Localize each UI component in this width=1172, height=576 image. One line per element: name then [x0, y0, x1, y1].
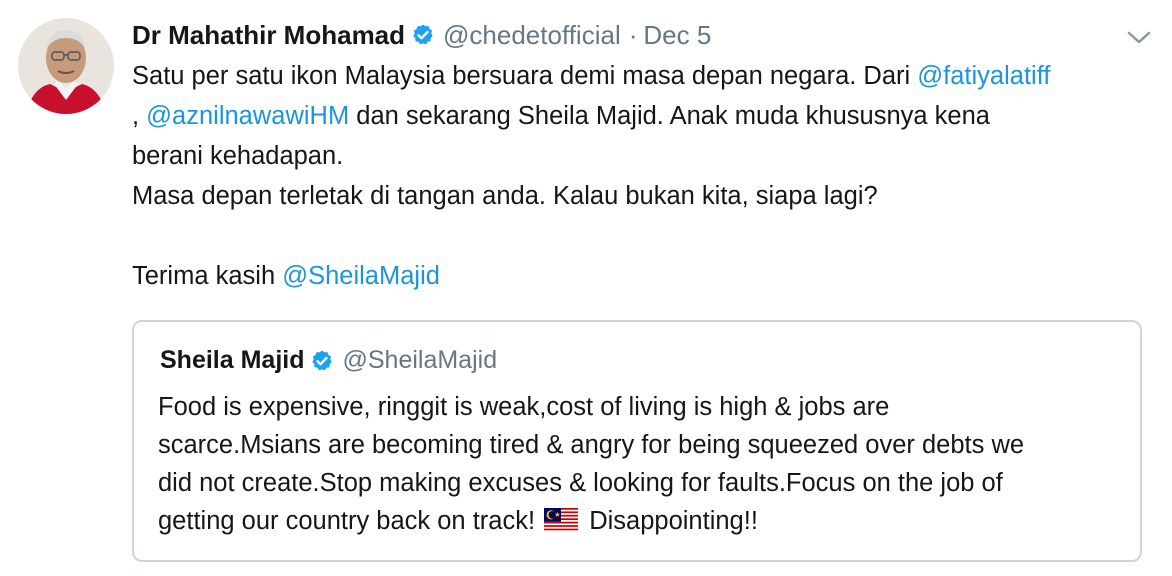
quoted-author-handle: @SheilaMajid — [342, 346, 498, 374]
mention-link[interactable]: @fatiyalatiff — [917, 62, 1050, 90]
quoted-text: getting our country back on track! — [158, 507, 543, 535]
tweet-body: Satu per satu ikon Malaysia bersuara dem… — [132, 56, 1152, 296]
tweet-line: Masa depan terletak di tangan anda. Kala… — [132, 182, 878, 210]
tweet-text: Satu per satu ikon Malaysia bersuara dem… — [132, 62, 918, 90]
tweet-line: Terima kasih @SheilaMajid — [132, 256, 1152, 296]
quoted-line: did not create.Stop making excuses & loo… — [158, 469, 1003, 497]
author-avatar[interactable] — [18, 18, 114, 114]
tweet-line: berani kehadapan. — [132, 142, 344, 170]
tweet-header: Dr Mahathir Mohamad @chedetofficial · De… — [132, 14, 1152, 56]
quoted-line: getting our country back on track! Disap… — [158, 502, 1024, 540]
chevron-down-icon[interactable] — [1124, 22, 1154, 52]
tweet-line: , @aznilnawawiHM dan sekarang Sheila Maj… — [132, 96, 1152, 136]
tweet-timestamp[interactable]: Dec 5 — [643, 20, 711, 51]
tweet-text: Terima kasih — [132, 262, 283, 290]
author-name[interactable]: Dr Mahathir Mohamad — [132, 20, 405, 51]
malaysia-flag-icon — [544, 508, 579, 532]
verified-badge-icon — [411, 23, 435, 47]
quoted-author-name: Sheila Majid — [160, 346, 305, 374]
mention-link[interactable]: @SheilaMajid — [282, 262, 440, 290]
tweet-line: Satu per satu ikon Malaysia bersuara dem… — [132, 56, 1152, 96]
quoted-line: Food is expensive, ringgit is weak,cost … — [158, 393, 890, 421]
tweet-card[interactable]: Dr Mahathir Mohamad @chedetofficial · De… — [0, 0, 1172, 576]
tweet-text: , — [132, 102, 147, 130]
quoted-tweet-header: Sheila Majid @SheilaMajid — [160, 346, 497, 375]
quoted-tweet-body: Food is expensive, ringgit is weak,cost … — [158, 388, 1024, 540]
verified-badge-icon — [310, 349, 334, 373]
mention-link[interactable]: @aznilnawawiHM — [146, 102, 349, 130]
header-separator: · — [628, 19, 638, 50]
quoted-text: Disappointing!! — [582, 507, 758, 535]
quoted-line: scarce.Msians are becoming tired & angry… — [158, 431, 1025, 459]
tweet-content: Dr Mahathir Mohamad @chedetofficial · De… — [132, 14, 1152, 296]
tweet-text: dan sekarang Sheila Majid. Anak muda khu… — [349, 102, 990, 130]
author-handle[interactable]: @chedetofficial — [443, 20, 621, 51]
quoted-tweet[interactable]: Sheila Majid @SheilaMajid Food is expens… — [132, 320, 1142, 562]
